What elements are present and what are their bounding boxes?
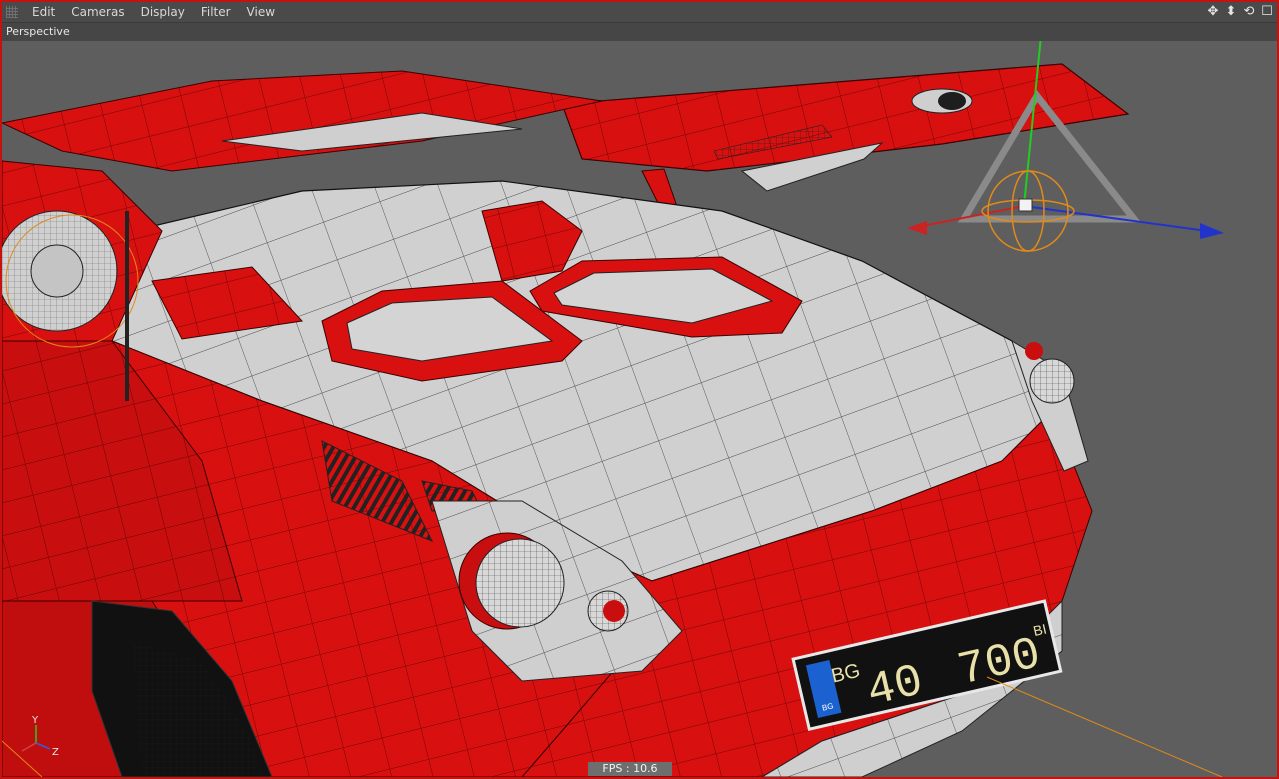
menu-display[interactable]: Display [133, 2, 193, 22]
fps-counter: FPS : 10.6 [588, 762, 672, 776]
menu-bar: Edit Cameras Display Filter View ✥ ⬍ ⟲ ☐ [2, 2, 1277, 23]
viewport-header: Perspective [2, 23, 1277, 41]
viewport-frame: Edit Cameras Display Filter View ✥ ⬍ ⟲ ☐… [2, 2, 1277, 777]
zoom-icon[interactable]: ⬍ [1223, 4, 1239, 20]
scene-render[interactable]: BG BG 40 700 BI Y Z [2, 41, 1277, 777]
axis-label-z: Z [52, 747, 59, 758]
rotate-icon[interactable]: ⟲ [1241, 4, 1257, 20]
menu-view[interactable]: View [239, 2, 283, 22]
menu-cameras[interactable]: Cameras [63, 2, 132, 22]
viewport-3d[interactable]: BG BG 40 700 BI Y Z FPS: 10.6 [2, 41, 1277, 777]
move-icon[interactable]: ✥ [1205, 4, 1221, 20]
menu-edit[interactable]: Edit [24, 2, 63, 22]
axis-label-y: Y [31, 715, 39, 726]
grip-icon[interactable] [6, 6, 18, 18]
viewport-label: Perspective [6, 25, 70, 38]
floor-line [986, 676, 1223, 777]
roof [2, 70, 603, 172]
maximize-icon[interactable]: ☐ [1259, 4, 1275, 20]
menu-filter[interactable]: Filter [193, 2, 239, 22]
